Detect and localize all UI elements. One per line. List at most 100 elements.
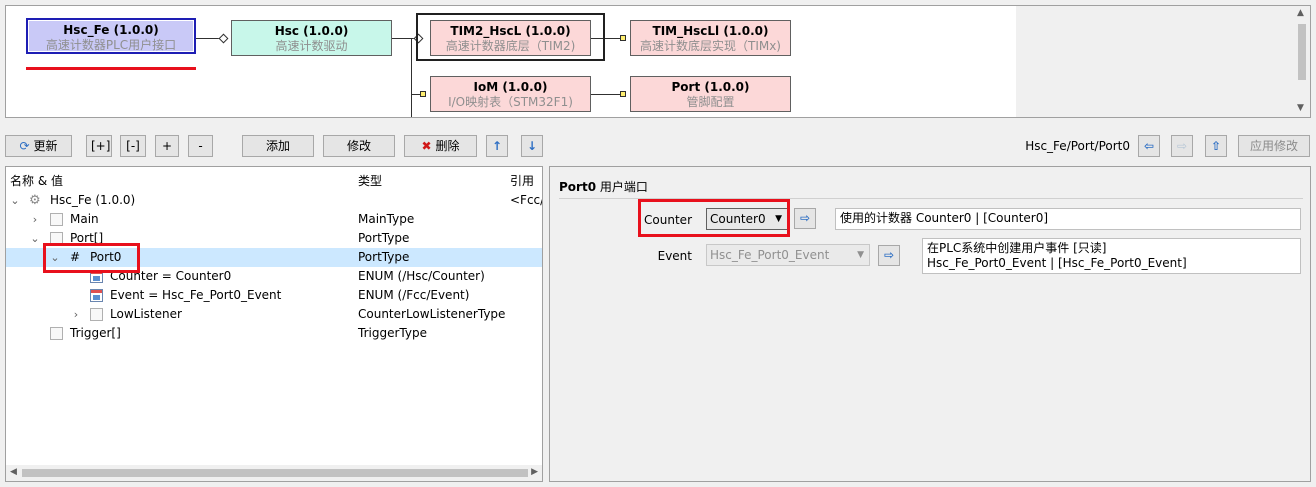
node-type: CounterLowListenerType: [358, 307, 506, 321]
enum-icon: [90, 289, 103, 302]
scroll-right-icon[interactable]: ▶: [531, 467, 538, 477]
module-node-tim2-hscl[interactable]: TIM2_HscL (1.0.0) 高速计数器底层（TIM2): [430, 20, 591, 56]
event-goto-button[interactable]: ⇨: [878, 245, 900, 266]
connector-port: [620, 91, 626, 97]
tree-row-lowlistener[interactable]: › LowListener CounterLowListenerType: [6, 305, 542, 324]
scrollbar-thumb[interactable]: [22, 469, 528, 477]
scroll-left-icon[interactable]: ◀: [10, 467, 17, 477]
expand-arrow-icon[interactable]: ⌄: [29, 229, 41, 248]
expand-all-button[interactable]: [+]: [86, 135, 112, 157]
expand-button[interactable]: +: [155, 135, 179, 157]
node-title: Hsc (1.0.0): [274, 24, 349, 38]
tree-row-trigger[interactable]: Trigger[] TriggerType: [6, 324, 542, 343]
tree-row-hsc-fe[interactable]: ⌄ ⚙ Hsc_Fe (1.0.0) <Fcc/I: [6, 191, 542, 210]
scroll-up-icon[interactable]: ▲: [1297, 8, 1304, 18]
event-description-line2: Hsc_Fe_Port0_Event | [Hsc_Fe_Port0_Event…: [927, 256, 1187, 270]
connector-port: [620, 35, 626, 41]
tree-row-main[interactable]: › Main MainType: [6, 210, 542, 229]
node-name: LowListener: [110, 307, 182, 321]
refresh-button[interactable]: ⟳ 更新: [5, 135, 72, 157]
property-tree[interactable]: 名称 & 值 类型 引用 ⌄ ⚙ Hsc_Fe (1.0.0) <Fcc/I ›…: [5, 166, 543, 482]
diagram-empty-area: [1016, 6, 1296, 117]
node-subtitle: 高速计数驱动: [275, 39, 348, 53]
modify-button[interactable]: 修改: [323, 135, 395, 157]
scrollbar-thumb[interactable]: [1298, 24, 1306, 80]
highlight-underline: [26, 67, 196, 70]
event-label: Event: [657, 249, 692, 263]
node-type: ENUM (/Fcc/Event): [358, 288, 470, 302]
module-node-hsc[interactable]: Hsc (1.0.0) 高速计数驱动: [231, 20, 392, 56]
expand-arrow-icon[interactable]: ⌄: [9, 191, 21, 210]
node-title: IoM (1.0.0): [473, 80, 548, 94]
detail-title-name: Port0: [559, 180, 597, 194]
collapse-all-button[interactable]: [-]: [120, 135, 146, 157]
node-subtitle: 高速计数器PLC用户接口: [45, 38, 177, 52]
node-subtitle: I/O映射表（STM32F1): [448, 95, 573, 109]
node-ref: <Fcc/I: [510, 193, 542, 207]
tree-row-event[interactable]: Event = Hsc_Fe_Port0_Event ENUM (/Fcc/Ev…: [6, 286, 542, 305]
counter-goto-button[interactable]: ⇨: [794, 208, 816, 229]
arrow-down-icon: ↓: [526, 139, 538, 153]
move-down-button[interactable]: ↓: [521, 135, 543, 157]
event-select: Hsc_Fe_Port0_Event ▼: [706, 244, 870, 266]
collapse-button[interactable]: -: [188, 135, 213, 157]
detail-title-desc: 用户端口: [599, 180, 648, 194]
back-button[interactable]: ⇦: [1138, 135, 1160, 157]
tree-horizontal-scrollbar[interactable]: ◀ ▶: [6, 465, 542, 481]
counter-description: 使用的计数器 Counter0 | [Counter0]: [835, 208, 1301, 230]
node-type: ENUM (/Hsc/Counter): [358, 269, 485, 283]
highlight-box-port0: [43, 243, 140, 273]
detail-title: Port0 用户端口: [559, 178, 648, 195]
arrow-right-icon: ⇨: [1176, 139, 1188, 153]
add-button[interactable]: 添加: [242, 135, 314, 157]
module-node-iom[interactable]: IoM (1.0.0) I/O映射表（STM32F1): [430, 76, 591, 112]
event-description-line1: 在PLC系统中创建用户事件 [只读]: [927, 241, 1107, 255]
node-subtitle: 高速计数底层实现（TIMx): [639, 39, 781, 53]
column-header-type[interactable]: 类型: [358, 172, 382, 189]
refresh-label: 更新: [33, 139, 58, 153]
arrow-right-icon: ⇨: [883, 248, 895, 262]
module-node-hsc-fe[interactable]: Hsc_Fe (1.0.0) 高速计数器PLC用户接口: [26, 18, 196, 54]
folder-icon: [90, 308, 103, 321]
node-name: Main: [70, 212, 99, 226]
node-subtitle: 管脚配置: [686, 95, 735, 109]
column-header-ref[interactable]: 引用: [510, 172, 534, 189]
node-title: TIM2_HscL (1.0.0): [450, 24, 571, 38]
gear-icon: ⚙: [29, 193, 41, 208]
move-up-button[interactable]: ↑: [486, 135, 508, 157]
forward-button: ⇨: [1171, 135, 1193, 157]
column-header-name[interactable]: 名称 & 值: [10, 172, 63, 189]
parent-button[interactable]: ⇧: [1205, 135, 1227, 157]
dropdown-arrow-icon: ▼: [857, 250, 864, 260]
node-title: TIM_HscLl (1.0.0): [652, 24, 769, 38]
diagram-vertical-scrollbar[interactable]: ▲ ▼: [1294, 6, 1310, 117]
current-path: Hsc_Fe/Port/Port0: [1025, 139, 1130, 153]
apply-changes-button[interactable]: 应用修改: [1238, 135, 1310, 157]
node-title: Port (1.0.0): [671, 80, 750, 94]
delete-label: 删除: [435, 139, 460, 153]
scroll-down-icon[interactable]: ▼: [1297, 103, 1304, 113]
node-type: PortType: [358, 250, 410, 264]
module-diagram[interactable]: Hsc_Fe (1.0.0) 高速计数器PLC用户接口 Hsc (1.0.0) …: [5, 5, 1311, 118]
folder-icon: [50, 327, 63, 340]
module-node-tim-hscll[interactable]: TIM_HscLl (1.0.0) 高速计数底层实现（TIMx): [630, 20, 791, 56]
node-type: PortType: [358, 231, 410, 245]
delete-button[interactable]: ✖ 删除: [404, 135, 477, 157]
event-value: Hsc_Fe_Port0_Event: [710, 248, 830, 262]
delete-x-icon: ✖: [421, 139, 432, 153]
node-title: Hsc_Fe (1.0.0): [63, 23, 159, 37]
module-node-port[interactable]: Port (1.0.0) 管脚配置: [630, 76, 791, 112]
highlight-box-counter: [638, 199, 790, 237]
refresh-icon: ⟳: [19, 139, 30, 153]
node-name: Trigger[]: [70, 326, 121, 340]
node-name: Event = Hsc_Fe_Port0_Event: [110, 288, 282, 302]
node-subtitle: 高速计数器底层（TIM2): [445, 39, 576, 53]
folder-icon: [50, 213, 63, 226]
node-type: MainType: [358, 212, 415, 226]
connector-port: [420, 91, 426, 97]
node-name: Hsc_Fe (1.0.0): [50, 193, 136, 207]
expand-arrow-icon[interactable]: ›: [29, 210, 41, 229]
event-description: 在PLC系统中创建用户事件 [只读] Hsc_Fe_Port0_Event | …: [922, 238, 1301, 274]
expand-arrow-icon[interactable]: ›: [70, 305, 82, 324]
arrow-up-icon: ↑: [491, 139, 503, 153]
